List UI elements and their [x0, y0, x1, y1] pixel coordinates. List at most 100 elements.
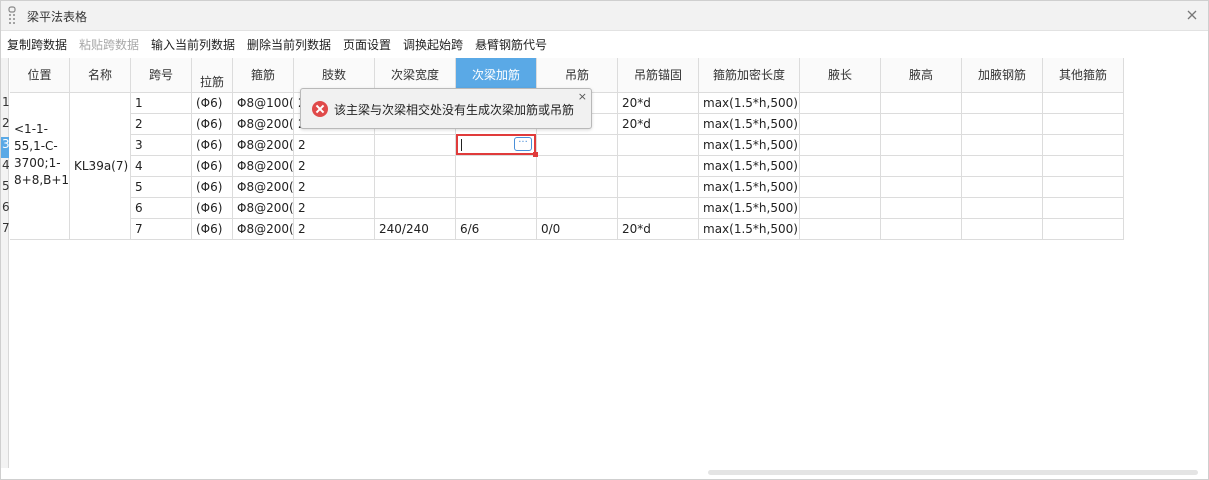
cantilever-rebar-code-button[interactable]: 悬臂钢筋代号 [475, 36, 547, 53]
other-stirrup-cell[interactable] [1043, 114, 1124, 135]
haunch-length-cell[interactable] [800, 135, 881, 156]
other-stirrup-cell[interactable] [1043, 93, 1124, 114]
position-cell[interactable]: <1-1-55,1-C-3700;1-8+8,B+1840> [10, 93, 70, 240]
haunch-length-cell[interactable] [800, 219, 881, 240]
hanger-anchor-cell[interactable]: 20*d [618, 93, 699, 114]
legs-cell[interactable]: 2 [294, 135, 375, 156]
drag-grip-icon[interactable] [7, 6, 17, 26]
haunch-rebar-cell[interactable] [962, 114, 1043, 135]
legs-cell[interactable]: 2 [294, 198, 375, 219]
hanger-cell[interactable] [537, 177, 618, 198]
tie-cell[interactable]: (Φ6) [192, 93, 233, 114]
haunch-rebar-cell[interactable] [962, 93, 1043, 114]
haunch-length-cell[interactable] [800, 177, 881, 198]
dense-length-cell[interactable]: max(1.5*h,500) [699, 198, 800, 219]
stirrup-cell[interactable]: Φ8@200(2) [233, 135, 294, 156]
secondary-add-rebar-cell[interactable] [456, 156, 537, 177]
more-options-button[interactable]: ··· [514, 137, 532, 151]
tie-cell[interactable]: (Φ6) [192, 219, 233, 240]
span-cell[interactable]: 5 [131, 177, 192, 198]
row-header[interactable]: 5 [1, 179, 10, 200]
row-header[interactable]: 4 [1, 158, 10, 179]
tooltip-close-icon[interactable]: × [578, 90, 587, 103]
row-header[interactable]: 7 [1, 221, 10, 242]
row-header[interactable]: 2 [1, 116, 10, 137]
haunch-rebar-cell[interactable] [962, 177, 1043, 198]
secondary-width-cell[interactable] [375, 156, 456, 177]
secondary-width-cell[interactable]: 240/240 [375, 219, 456, 240]
legs-cell[interactable]: 2 [294, 156, 375, 177]
hanger-anchor-cell[interactable] [618, 135, 699, 156]
haunch-height-cell[interactable] [881, 177, 962, 198]
hanger-cell[interactable] [537, 156, 618, 177]
horizontal-scrollbar[interactable] [708, 470, 1198, 475]
tie-cell[interactable]: (Φ6) [192, 177, 233, 198]
input-current-column-button[interactable]: 输入当前列数据 [151, 36, 235, 53]
row-header-selected[interactable]: 3 [1, 137, 10, 158]
span-cell[interactable]: 6 [131, 198, 192, 219]
secondary-add-rebar-cell[interactable]: 6/6 [456, 219, 537, 240]
col-header-hanger-anchor[interactable]: 吊筋锚固 [618, 58, 699, 93]
col-header-name[interactable]: 名称 [70, 58, 131, 93]
haunch-rebar-cell[interactable] [962, 135, 1043, 156]
col-header-haunch-rebar[interactable]: 加腋钢筋 [962, 58, 1043, 93]
col-header-dense-length[interactable]: 箍筋加密长度 [699, 58, 800, 93]
dense-length-cell[interactable]: max(1.5*h,500) [699, 156, 800, 177]
stirrup-cell[interactable]: Φ8@200(2) [233, 198, 294, 219]
secondary-width-cell[interactable] [375, 177, 456, 198]
legs-cell[interactable]: 2 [294, 219, 375, 240]
haunch-height-cell[interactable] [881, 219, 962, 240]
stirrup-cell[interactable]: Φ8@200(2) [233, 219, 294, 240]
haunch-length-cell[interactable] [800, 93, 881, 114]
dense-length-cell[interactable]: max(1.5*h,500) [699, 93, 800, 114]
stirrup-cell[interactable]: Φ8@200(2) [233, 156, 294, 177]
hanger-cell[interactable] [537, 135, 618, 156]
haunch-height-cell[interactable] [881, 156, 962, 177]
haunch-length-cell[interactable] [800, 156, 881, 177]
haunch-length-cell[interactable] [800, 198, 881, 219]
paste-span-data-button[interactable]: 粘贴跨数据 [79, 36, 139, 53]
dense-length-cell[interactable]: max(1.5*h,500) [699, 114, 800, 135]
hanger-anchor-cell[interactable] [618, 198, 699, 219]
tie-cell[interactable]: (Φ6) [192, 198, 233, 219]
col-header-haunch-height[interactable]: 腋高 [881, 58, 962, 93]
other-stirrup-cell[interactable] [1043, 219, 1124, 240]
secondary-add-rebar-cell[interactable] [456, 198, 537, 219]
col-header-span[interactable]: 跨号 [131, 58, 192, 93]
secondary-add-rebar-cell[interactable] [456, 177, 537, 198]
haunch-height-cell[interactable] [881, 198, 962, 219]
haunch-length-cell[interactable] [800, 114, 881, 135]
haunch-rebar-cell[interactable] [962, 219, 1043, 240]
copy-span-data-button[interactable]: 复制跨数据 [7, 36, 67, 53]
stirrup-cell[interactable]: Φ8@100(2) [233, 93, 294, 114]
col-header-stirrup[interactable]: 箍筋 [233, 58, 294, 93]
other-stirrup-cell[interactable] [1043, 177, 1124, 198]
stirrup-cell[interactable]: Φ8@200(2) [233, 114, 294, 135]
haunch-rebar-cell[interactable] [962, 156, 1043, 177]
tie-cell[interactable]: (Φ6) [192, 114, 233, 135]
hanger-anchor-cell[interactable]: 20*d [618, 219, 699, 240]
dense-length-cell[interactable]: max(1.5*h,500) [699, 177, 800, 198]
other-stirrup-cell[interactable] [1043, 156, 1124, 177]
other-stirrup-cell[interactable] [1043, 198, 1124, 219]
secondary-width-cell[interactable] [375, 198, 456, 219]
swap-start-span-button[interactable]: 调换起始跨 [403, 36, 463, 53]
hanger-anchor-cell[interactable]: 20*d [618, 114, 699, 135]
span-cell[interactable]: 1 [131, 93, 192, 114]
hanger-cell[interactable]: 0/0 [537, 219, 618, 240]
span-cell[interactable]: 4 [131, 156, 192, 177]
haunch-rebar-cell[interactable] [962, 198, 1043, 219]
span-cell[interactable]: 7 [131, 219, 192, 240]
hanger-cell[interactable] [537, 198, 618, 219]
col-header-haunch-length[interactable]: 腋长 [800, 58, 881, 93]
hanger-anchor-cell[interactable] [618, 177, 699, 198]
cell-editor[interactable]: ··· [456, 134, 538, 157]
dense-length-cell[interactable]: max(1.5*h,500) [699, 219, 800, 240]
col-header-position[interactable]: 位置 [10, 58, 70, 93]
haunch-height-cell[interactable] [881, 135, 962, 156]
span-cell[interactable]: 2 [131, 114, 192, 135]
delete-current-column-button[interactable]: 删除当前列数据 [247, 36, 331, 53]
close-icon[interactable] [1184, 7, 1200, 23]
title-bar[interactable]: 梁平法表格 [1, 1, 1208, 31]
name-cell[interactable]: KL39a(7) [70, 93, 131, 240]
